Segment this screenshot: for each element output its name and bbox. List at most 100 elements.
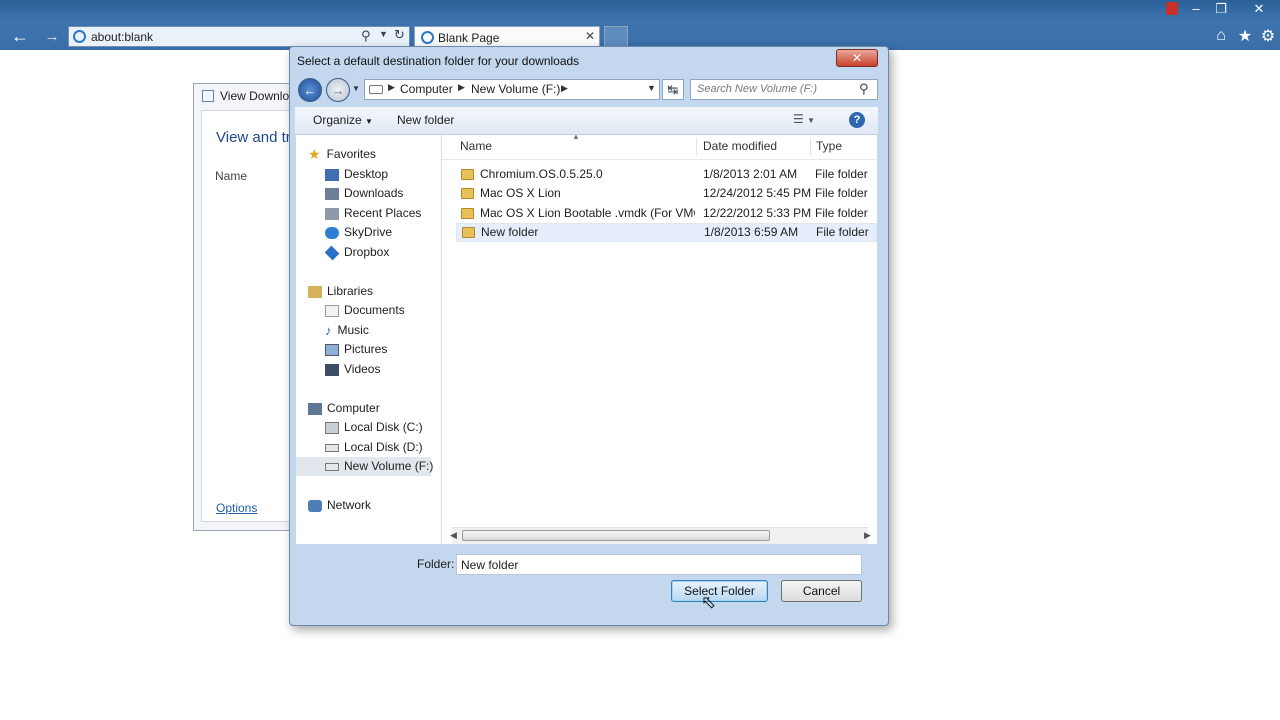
- back-arrow-icon[interactable]: ←: [8, 24, 32, 48]
- network-icon: [308, 499, 322, 512]
- chevron-down-icon: ▼: [365, 117, 373, 126]
- search-icon[interactable]: ⚲: [361, 28, 371, 44]
- breadcrumb-computer[interactable]: Computer: [400, 82, 453, 96]
- recent-places-icon: [325, 207, 339, 220]
- file-row[interactable]: Mac OS X Lion 12/24/2012 5:45 PM File fo…: [442, 184, 877, 203]
- nav-recent-places-label: Recent Places: [344, 206, 422, 220]
- column-date-modified[interactable]: Date modified: [703, 135, 777, 157]
- nav-videos[interactable]: Videos: [325, 360, 380, 379]
- nav-libraries[interactable]: Libraries: [308, 282, 373, 301]
- breadcrumb-separator: ▶: [561, 83, 568, 93]
- nav-pictures[interactable]: Pictures: [325, 340, 387, 359]
- nav-network[interactable]: Network: [308, 496, 371, 515]
- favorites-star-icon[interactable]: ★: [1234, 26, 1256, 46]
- dropbox-icon: [324, 245, 340, 260]
- dropdown-arrow-icon[interactable]: ▼: [379, 29, 388, 39]
- nav-favorites[interactable]: ★ Favorites: [308, 145, 376, 164]
- column-type[interactable]: Type: [816, 135, 842, 157]
- browser-titlebar: ← → about:blank ⚲ ▼ ↻ Blank Page ✕ – ❐ ✕…: [0, 0, 1280, 50]
- file-row-selected[interactable]: New folder 1/8/2013 6:59 AM File folder: [456, 223, 877, 242]
- gear-icon[interactable]: ⚙: [1257, 26, 1279, 46]
- column-divider: [810, 138, 811, 155]
- nav-network-label: Network: [327, 498, 372, 512]
- file-type: File folder: [815, 206, 868, 220]
- nav-documents[interactable]: Documents: [325, 301, 405, 320]
- new-folder-button[interactable]: New folder: [397, 113, 454, 127]
- nav-dropbox-label: Dropbox: [344, 245, 390, 259]
- file-row[interactable]: Chromium.OS.0.5.25.0 1/8/2013 2:01 AM Fi…: [442, 165, 877, 184]
- minimize-icon[interactable]: –: [1185, 1, 1207, 16]
- scroll-left-icon[interactable]: ◀: [450, 530, 457, 541]
- ie-logo-icon: [73, 30, 86, 43]
- horizontal-scrollbar[interactable]: ◀ ▶: [450, 527, 871, 544]
- addon-icon[interactable]: [1166, 2, 1178, 15]
- nav-downloads[interactable]: Downloads: [325, 184, 403, 203]
- breadcrumb-dropdown-icon[interactable]: ▼: [647, 83, 656, 93]
- view-options-icon[interactable]: ☰ ▼: [793, 112, 815, 126]
- address-bar[interactable]: about:blank ⚲ ▼ ↻: [68, 26, 410, 47]
- nav-favorites-label: Favorites: [326, 147, 376, 161]
- nav-new-volume-f[interactable]: New Volume (F:): [296, 457, 434, 476]
- nav-local-disk-d-label: Local Disk (D:): [344, 440, 423, 454]
- organize-button[interactable]: Organize ▼: [313, 113, 373, 127]
- forward-icon[interactable]: →: [326, 78, 350, 102]
- help-icon[interactable]: ?: [849, 112, 865, 128]
- file-row[interactable]: Mac OS X Lion Bootable .vmdk (For VMw...…: [442, 204, 877, 223]
- home-icon[interactable]: ⌂: [1210, 27, 1232, 45]
- nav-local-disk-d[interactable]: Local Disk (D:): [325, 438, 423, 457]
- desktop-icon: [325, 168, 339, 181]
- tab-close-icon[interactable]: ✕: [585, 29, 595, 43]
- nav-skydrive[interactable]: SkyDrive: [325, 223, 392, 242]
- file-name: Mac OS X Lion: [480, 186, 561, 200]
- star-icon: ★: [308, 146, 321, 162]
- nav-computer[interactable]: Computer: [308, 399, 380, 418]
- window-close-icon[interactable]: ✕: [1248, 1, 1270, 17]
- options-link[interactable]: Options: [216, 501, 257, 515]
- pictures-icon: [325, 343, 339, 356]
- file-date: 12/22/2012 5:33 PM: [703, 206, 812, 220]
- breadcrumb-new-volume[interactable]: New Volume (F:): [471, 82, 560, 96]
- search-box[interactable]: Search New Volume (F:) ⚲: [690, 79, 878, 100]
- file-type: File folder: [816, 225, 869, 239]
- column-name[interactable]: Name: [460, 135, 492, 157]
- nav-local-disk-c[interactable]: Local Disk (C:): [325, 418, 423, 437]
- navigation-pane: ★ Favorites Desktop Downloads Recent Plac…: [296, 135, 442, 544]
- folder-icon: [461, 188, 474, 199]
- recent-locations-icon[interactable]: ▼: [352, 84, 360, 93]
- nav-desktop[interactable]: Desktop: [325, 165, 388, 184]
- documents-icon: [325, 304, 339, 317]
- dialog-title: Select a default destination folder for …: [297, 54, 580, 68]
- refresh-icon[interactable]: ↻: [394, 27, 405, 43]
- scroll-right-icon[interactable]: ▶: [864, 530, 871, 541]
- address-text: about:blank: [91, 30, 154, 44]
- nav-recent-places[interactable]: Recent Places: [325, 204, 421, 223]
- downloads-icon: [202, 90, 214, 102]
- column-divider: [696, 138, 697, 155]
- folder-label: Folder:: [417, 557, 455, 571]
- column-headers: Name ▲ Date modified Type: [442, 132, 877, 160]
- nav-music[interactable]: ♪ Music: [325, 321, 369, 340]
- dialog-close-button[interactable]: ✕: [836, 49, 878, 67]
- nav-libraries-label: Libraries: [327, 284, 374, 298]
- drive-icon: [325, 443, 339, 452]
- back-icon[interactable]: ←: [298, 78, 322, 102]
- refresh-icon[interactable]: ↹: [662, 79, 684, 100]
- nav-new-volume-f-label: New Volume (F:): [344, 459, 434, 473]
- restore-icon[interactable]: ❐: [1210, 1, 1232, 17]
- skydrive-cloud-icon: [325, 226, 339, 239]
- nav-desktop-label: Desktop: [344, 167, 389, 181]
- music-note-icon: ♪: [325, 323, 332, 338]
- select-folder-button[interactable]: Select Folder: [671, 580, 768, 602]
- forward-arrow-icon[interactable]: →: [40, 24, 64, 48]
- folder-input[interactable]: New folder: [456, 554, 862, 575]
- tab-title: Blank Page: [438, 31, 500, 45]
- folder-icon: [461, 208, 474, 219]
- nav-dropbox[interactable]: Dropbox: [324, 243, 390, 262]
- new-tab-button[interactable]: [604, 26, 628, 48]
- search-icon[interactable]: ⚲: [859, 81, 869, 97]
- scroll-thumb[interactable]: [462, 530, 770, 541]
- search-placeholder: Search New Volume (F:): [697, 83, 818, 95]
- breadcrumb[interactable]: ▶ Computer ▶ New Volume (F:) ▶ ▼: [364, 79, 660, 100]
- file-type: File folder: [815, 186, 868, 200]
- cancel-button[interactable]: Cancel: [781, 580, 862, 602]
